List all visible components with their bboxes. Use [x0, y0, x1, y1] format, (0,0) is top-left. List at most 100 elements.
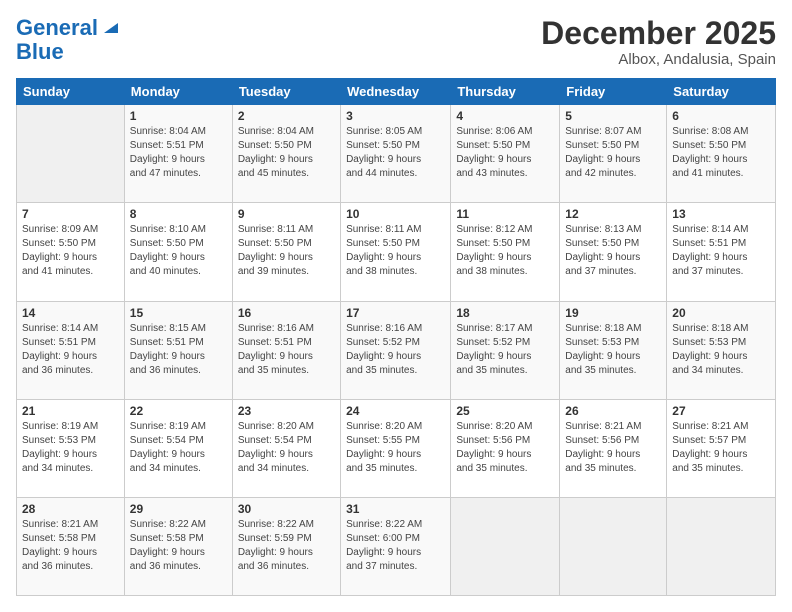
calendar-cell: 11Sunrise: 8:12 AMSunset: 5:50 PMDayligh…	[451, 203, 560, 301]
day-info: Sunrise: 8:07 AMSunset: 5:50 PMDaylight:…	[565, 125, 661, 181]
calendar-cell	[560, 497, 667, 595]
day-number: 20	[672, 306, 770, 320]
day-info: Sunrise: 8:22 AMSunset: 6:00 PMDaylight:…	[346, 518, 445, 574]
day-number: 19	[565, 306, 661, 320]
day-info: Sunrise: 8:05 AMSunset: 5:50 PMDaylight:…	[346, 125, 445, 181]
day-number: 22	[130, 404, 227, 418]
logo-general: General	[16, 15, 98, 40]
calendar-cell: 4 Sunrise: 8:06 AMSunset: 5:50 PMDaylight…	[451, 105, 560, 203]
calendar-cell: 12Sunrise: 8:13 AMSunset: 5:50 PMDayligh…	[560, 203, 667, 301]
day-number: 2	[238, 109, 335, 123]
day-number: 24	[346, 404, 445, 418]
day-number: 29	[130, 502, 227, 516]
day-number: 8	[130, 207, 227, 221]
calendar-cell: 18 Sunrise: 8:17 AMSunset: 5:52 PMDayligh…	[451, 301, 560, 399]
col-wednesday: Wednesday	[341, 79, 451, 105]
day-info: Sunrise: 8:11 AMSunset: 5:50 PMDaylight:…	[238, 223, 335, 279]
day-number: 5	[565, 109, 661, 123]
day-info: Sunrise: 8:13 AMSunset: 5:50 PMDaylight:…	[565, 223, 661, 279]
logo-icon	[100, 15, 122, 37]
calendar-cell: 5 Sunrise: 8:07 AMSunset: 5:50 PMDaylight…	[560, 105, 667, 203]
day-info: Sunrise: 8:21 AMSunset: 5:58 PMDaylight:…	[22, 518, 119, 574]
calendar-cell: 26Sunrise: 8:21 AMSunset: 5:56 PMDayligh…	[560, 399, 667, 497]
day-number: 28	[22, 502, 119, 516]
calendar-cell: 3 Sunrise: 8:05 AMSunset: 5:50 PMDaylight…	[341, 105, 451, 203]
calendar-cell: 25Sunrise: 8:20 AMSunset: 5:56 PMDayligh…	[451, 399, 560, 497]
calendar-cell: 8 Sunrise: 8:10 AMSunset: 5:50 PMDaylight…	[124, 203, 232, 301]
day-info: Sunrise: 8:08 AMSunset: 5:50 PMDaylight:…	[672, 125, 770, 181]
day-info: Sunrise: 8:19 AMSunset: 5:53 PMDaylight:…	[22, 420, 119, 476]
day-info: Sunrise: 8:18 AMSunset: 5:53 PMDaylight:…	[672, 322, 770, 378]
col-monday: Monday	[124, 79, 232, 105]
day-info: Sunrise: 8:18 AMSunset: 5:53 PMDaylight:…	[565, 322, 661, 378]
day-info: Sunrise: 8:16 AMSunset: 5:51 PMDaylight:…	[238, 322, 335, 378]
calendar-cell: 2Sunrise: 8:04 AMSunset: 5:50 PMDaylight…	[232, 105, 340, 203]
calendar-table: Sunday Monday Tuesday Wednesday Thursday…	[16, 78, 776, 596]
col-friday: Friday	[560, 79, 667, 105]
day-number: 26	[565, 404, 661, 418]
day-info: Sunrise: 8:12 AMSunset: 5:50 PMDaylight:…	[456, 223, 554, 279]
day-number: 9	[238, 207, 335, 221]
day-info: Sunrise: 8:22 AMSunset: 5:58 PMDaylight:…	[130, 518, 227, 574]
day-info: Sunrise: 8:14 AMSunset: 5:51 PMDaylight:…	[22, 322, 119, 378]
logo-blue: Blue	[16, 40, 122, 64]
day-number: 4	[456, 109, 554, 123]
calendar-cell: 14 Sunrise: 8:14 AMSunset: 5:51 PMDayligh…	[17, 301, 125, 399]
calendar-week-3: 14 Sunrise: 8:14 AMSunset: 5:51 PMDayligh…	[17, 301, 776, 399]
calendar-cell: 22 Sunrise: 8:19 AMSunset: 5:54 PMDayligh…	[124, 399, 232, 497]
location: Albox, Andalusia, Spain	[541, 51, 776, 68]
col-thursday: Thursday	[451, 79, 560, 105]
calendar-week-4: 21Sunrise: 8:19 AMSunset: 5:53 PMDayligh…	[17, 399, 776, 497]
day-number: 16	[238, 306, 335, 320]
day-number: 30	[238, 502, 335, 516]
day-info: Sunrise: 8:16 AMSunset: 5:52 PMDaylight:…	[346, 322, 445, 378]
day-info: Sunrise: 8:21 AMSunset: 5:57 PMDaylight:…	[672, 420, 770, 476]
logo-text: General	[16, 16, 98, 40]
day-number: 3	[346, 109, 445, 123]
calendar-cell: 29 Sunrise: 8:22 AMSunset: 5:58 PMDayligh…	[124, 497, 232, 595]
calendar-cell: 28 Sunrise: 8:21 AMSunset: 5:58 PMDayligh…	[17, 497, 125, 595]
day-number: 13	[672, 207, 770, 221]
day-info: Sunrise: 8:20 AMSunset: 5:55 PMDaylight:…	[346, 420, 445, 476]
day-number: 17	[346, 306, 445, 320]
calendar-cell: 7 Sunrise: 8:09 AMSunset: 5:50 PMDaylight…	[17, 203, 125, 301]
month-title: December 2025	[541, 16, 776, 51]
col-sunday: Sunday	[17, 79, 125, 105]
day-info: Sunrise: 8:14 AMSunset: 5:51 PMDaylight:…	[672, 223, 770, 279]
calendar-week-5: 28 Sunrise: 8:21 AMSunset: 5:58 PMDayligh…	[17, 497, 776, 595]
calendar-cell: 31 Sunrise: 8:22 AMSunset: 6:00 PMDayligh…	[341, 497, 451, 595]
calendar-cell: 10 Sunrise: 8:11 AMSunset: 5:50 PMDayligh…	[341, 203, 451, 301]
calendar-cell: 21Sunrise: 8:19 AMSunset: 5:53 PMDayligh…	[17, 399, 125, 497]
day-info: Sunrise: 8:20 AMSunset: 5:54 PMDaylight:…	[238, 420, 335, 476]
day-info: Sunrise: 8:04 AMSunset: 5:51 PMDaylight:…	[130, 125, 227, 181]
calendar-cell: 27 Sunrise: 8:21 AMSunset: 5:57 PMDayligh…	[667, 399, 776, 497]
calendar-week-2: 7 Sunrise: 8:09 AMSunset: 5:50 PMDaylight…	[17, 203, 776, 301]
day-number: 31	[346, 502, 445, 516]
calendar-cell: 16 Sunrise: 8:16 AMSunset: 5:51 PMDayligh…	[232, 301, 340, 399]
day-number: 27	[672, 404, 770, 418]
calendar-cell: 24 Sunrise: 8:20 AMSunset: 5:55 PMDayligh…	[341, 399, 451, 497]
calendar-cell: 19 Sunrise: 8:18 AMSunset: 5:53 PMDayligh…	[560, 301, 667, 399]
day-info: Sunrise: 8:11 AMSunset: 5:50 PMDaylight:…	[346, 223, 445, 279]
calendar-cell: 20 Sunrise: 8:18 AMSunset: 5:53 PMDayligh…	[667, 301, 776, 399]
day-number: 25	[456, 404, 554, 418]
day-number: 18	[456, 306, 554, 320]
col-saturday: Saturday	[667, 79, 776, 105]
calendar-cell: 1 Sunrise: 8:04 AMSunset: 5:51 PMDaylight…	[124, 105, 232, 203]
day-info: Sunrise: 8:17 AMSunset: 5:52 PMDaylight:…	[456, 322, 554, 378]
calendar-cell: 9 Sunrise: 8:11 AMSunset: 5:50 PMDaylight…	[232, 203, 340, 301]
day-info: Sunrise: 8:09 AMSunset: 5:50 PMDaylight:…	[22, 223, 119, 279]
day-number: 7	[22, 207, 119, 221]
day-info: Sunrise: 8:10 AMSunset: 5:50 PMDaylight:…	[130, 223, 227, 279]
calendar-cell: 13 Sunrise: 8:14 AMSunset: 5:51 PMDayligh…	[667, 203, 776, 301]
calendar-cell: 15Sunrise: 8:15 AMSunset: 5:51 PMDayligh…	[124, 301, 232, 399]
col-tuesday: Tuesday	[232, 79, 340, 105]
day-number: 10	[346, 207, 445, 221]
day-info: Sunrise: 8:19 AMSunset: 5:54 PMDaylight:…	[130, 420, 227, 476]
day-info: Sunrise: 8:06 AMSunset: 5:50 PMDaylight:…	[456, 125, 554, 181]
day-info: Sunrise: 8:15 AMSunset: 5:51 PMDaylight:…	[130, 322, 227, 378]
day-number: 1	[130, 109, 227, 123]
day-number: 14	[22, 306, 119, 320]
calendar-cell: 17 Sunrise: 8:16 AMSunset: 5:52 PMDayligh…	[341, 301, 451, 399]
header: General Blue December 2025 Albox, Andalu…	[16, 16, 776, 68]
